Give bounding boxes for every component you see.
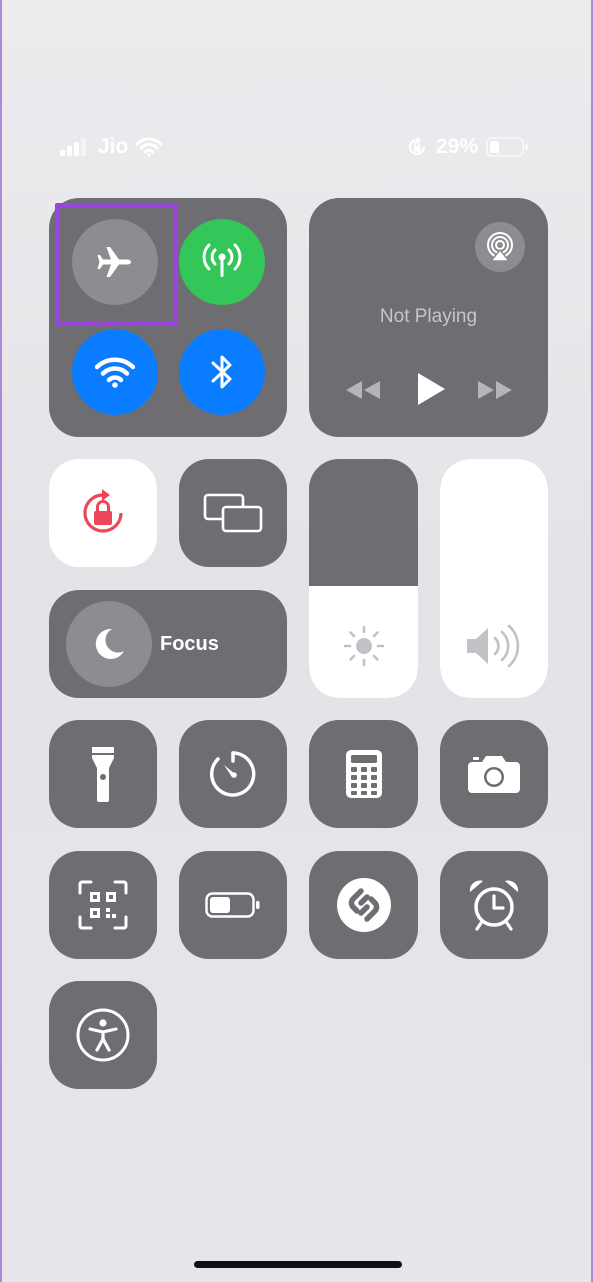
volume-icon-wrap (440, 622, 548, 670)
volume-slider[interactable] (440, 459, 548, 698)
orientation-lock-toggle[interactable] (49, 459, 157, 567)
moon-icon (95, 628, 124, 659)
now-playing-module: Not Playing (309, 198, 548, 437)
focus-button[interactable]: Focus (49, 590, 287, 698)
camera-icon (468, 756, 520, 793)
flashlight-button[interactable] (49, 720, 157, 828)
bluetooth-icon (211, 355, 232, 389)
calculator-button[interactable] (309, 720, 418, 828)
screen-mirroring-icon (203, 493, 263, 533)
battery-icon (486, 137, 529, 157)
home-indicator[interactable] (194, 1261, 402, 1268)
speaker-icon (467, 624, 520, 668)
play-button[interactable] (413, 369, 449, 409)
screen-mirroring-button[interactable] (179, 459, 287, 567)
wifi-toggle[interactable] (72, 329, 158, 415)
focus-label: Focus (160, 633, 219, 655)
camera-button[interactable] (440, 720, 548, 828)
status-left: Jio (60, 132, 163, 162)
play-icon (418, 373, 445, 405)
timer-button[interactable] (179, 720, 287, 828)
alarm-icon (469, 880, 519, 931)
cellular-data-toggle[interactable] (179, 219, 265, 305)
highlight-box (55, 203, 178, 326)
calculator-icon (345, 750, 382, 798)
qr-code-scanner-icon (78, 880, 128, 930)
orientation-lock-icon (83, 489, 123, 533)
signal-bars-icon (60, 138, 86, 156)
airplay-button[interactable] (475, 222, 525, 272)
focus-moon-circle (66, 601, 152, 687)
brightness-slider[interactable] (309, 459, 418, 698)
rewind-icon (346, 381, 380, 399)
low-power-mode-button[interactable] (179, 851, 287, 959)
low-power-mode-icon (205, 892, 260, 918)
wifi-icon (95, 357, 135, 388)
bluetooth-toggle[interactable] (179, 329, 265, 415)
flashlight-icon (92, 747, 114, 802)
qr-scanner-button[interactable] (49, 851, 157, 959)
fast-forward-button[interactable] (475, 375, 515, 405)
timer-icon (210, 751, 256, 797)
cellular-antenna-icon (202, 243, 242, 277)
shazam-icon (336, 878, 391, 932)
accessibility-icon (76, 1008, 130, 1062)
rewind-button[interactable] (343, 375, 383, 405)
alarm-button[interactable] (440, 851, 548, 959)
airplay-icon (487, 232, 513, 262)
orientation-lock-icon (408, 137, 426, 156)
brightness-icon-wrap (309, 624, 418, 668)
shazam-button[interactable] (309, 851, 418, 959)
fast-forward-icon (478, 381, 512, 399)
battery-percent: 29% (436, 135, 479, 158)
sun-icon (343, 625, 384, 667)
accessibility-button[interactable] (49, 981, 157, 1089)
carrier-name: Jio (98, 135, 129, 158)
status-right: 29% (406, 132, 530, 162)
now-playing-status: Not Playing (379, 306, 478, 327)
wifi-icon (136, 137, 163, 157)
